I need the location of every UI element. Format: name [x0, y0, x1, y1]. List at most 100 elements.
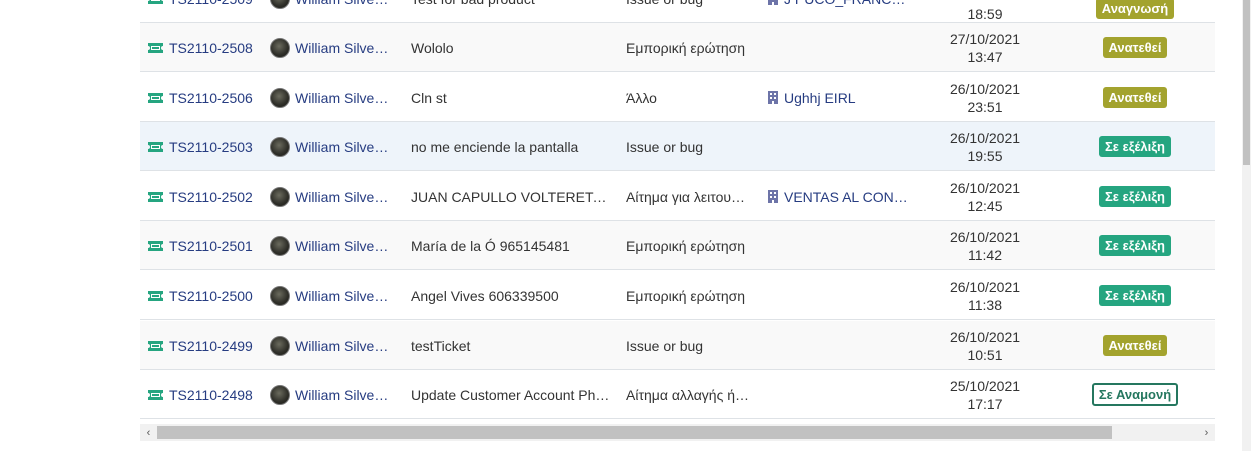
- user-cell[interactable]: William Silvey…: [270, 321, 400, 370]
- avatar: [270, 37, 290, 58]
- company-cell[interactable]: J PUCO_FRANCE…: [768, 0, 918, 23]
- vertical-scroll-thumb[interactable]: [1243, 0, 1250, 165]
- user-cell[interactable]: William Silvey…: [270, 172, 400, 221]
- table-row[interactable]: TS2110-2502 William Silvey… JUAN CAPULLO V…: [140, 172, 1215, 221]
- table-row[interactable]: TS2110-2498 William Silvey… Update Custome…: [140, 370, 1215, 419]
- user-cell[interactable]: William Silvey…: [270, 122, 400, 171]
- time-text: 19:55: [967, 147, 1003, 164]
- company-cell[interactable]: VENTAS AL CONT…: [768, 172, 918, 221]
- status-badge: Αναγνωσή: [1095, 0, 1175, 19]
- company-cell[interactable]: [768, 271, 918, 320]
- type-cell: Εμπορική ερώτηση: [626, 271, 754, 320]
- ticket-icon: [148, 290, 163, 301]
- user-link[interactable]: William Silvey…: [295, 189, 395, 205]
- ticket-ref-cell[interactable]: TS2110-2506: [148, 73, 268, 122]
- ticket-ref-cell[interactable]: TS2110-2499: [148, 321, 268, 370]
- time-text: 10:51: [967, 346, 1003, 363]
- date-text: 26/10/2021: [949, 129, 1021, 146]
- type-cell: Εμπορική ερώτηση: [626, 221, 754, 270]
- status-badge: Ανατεθεί: [1102, 37, 1168, 58]
- user-cell[interactable]: William Silvey…: [270, 271, 400, 320]
- subject-cell: Wololo: [411, 23, 611, 72]
- status-cell: Ανατεθεί: [1070, 73, 1200, 122]
- date-text: 26/10/2021: [949, 228, 1021, 245]
- user-link[interactable]: William Silvey…: [295, 90, 395, 106]
- company-cell[interactable]: [768, 321, 918, 370]
- table-row[interactable]: TS2110-2501 William Silvey… María de la Ó …: [140, 221, 1215, 270]
- ticket-ref-cell[interactable]: TS2110-2502: [148, 172, 268, 221]
- type-cell: Άλλο: [626, 73, 754, 122]
- ticket-ref-link[interactable]: TS2110-2499: [169, 338, 253, 354]
- company-link[interactable]: Ughhj EIRL: [784, 90, 914, 106]
- user-link[interactable]: William Silvey…: [295, 139, 395, 155]
- ticket-ref-link[interactable]: TS2110-2506: [169, 90, 253, 106]
- user-link[interactable]: William Silvey…: [295, 288, 395, 304]
- ticket-ref-cell[interactable]: TS2110-2503: [148, 122, 268, 171]
- user-link[interactable]: William Silvey…: [295, 338, 395, 354]
- company-cell[interactable]: [768, 370, 918, 419]
- company-cell[interactable]: [768, 23, 918, 72]
- type-cell: Αίτημα για λειτου…: [626, 172, 754, 221]
- ticket-ref-link[interactable]: TS2110-2502: [169, 189, 253, 205]
- scroll-right-arrow-icon[interactable]: ›: [1198, 424, 1215, 441]
- date-text: 26/10/2021: [949, 278, 1021, 295]
- user-cell[interactable]: William Silvey…: [270, 221, 400, 270]
- status-badge: Σε εξέλιξη: [1099, 136, 1171, 157]
- status-badge: Ανατεθεί: [1102, 335, 1168, 356]
- ticket-ref-cell[interactable]: TS2110-2508: [148, 23, 268, 72]
- ticket-ref-link[interactable]: TS2110-2498: [169, 387, 253, 403]
- subject-text: testTicket: [411, 337, 471, 354]
- type-text: Εμπορική ερώτηση: [626, 39, 746, 56]
- table-row[interactable]: TS2110-2503 William Silvey… no me enciende…: [140, 122, 1215, 171]
- subject-cell: Cln st: [411, 73, 611, 122]
- company-cell[interactable]: [768, 221, 918, 270]
- horizontal-scrollbar[interactable]: ‹ ›: [140, 424, 1215, 441]
- table-row[interactable]: TS2110-2500 William Silvey… Angel Vives 60…: [140, 271, 1215, 320]
- subject-cell: Update Customer Account Ph…: [411, 370, 611, 419]
- company-link[interactable]: VENTAS AL CONT…: [784, 189, 914, 205]
- user-cell[interactable]: William Silvey…: [270, 23, 400, 72]
- user-link[interactable]: William Silvey…: [295, 40, 395, 56]
- table-row[interactable]: TS2110-2509 William Silvey… Test for bad p…: [140, 0, 1215, 23]
- ticket-ref-link[interactable]: TS2110-2500: [169, 288, 253, 304]
- ticket-ref-cell[interactable]: TS2110-2509: [148, 0, 268, 23]
- scroll-thumb[interactable]: [157, 426, 1112, 439]
- company-link[interactable]: J PUCO_FRANCE…: [784, 0, 914, 7]
- avatar: [270, 186, 290, 207]
- ticket-ref-link[interactable]: TS2110-2508: [169, 40, 253, 56]
- ticket-icon: [148, 191, 163, 202]
- subject-text: Update Customer Account Ph…: [411, 386, 610, 403]
- vertical-scrollbar[interactable]: [1242, 0, 1251, 451]
- ticket-ref-cell[interactable]: TS2110-2498: [148, 370, 268, 419]
- user-cell[interactable]: William Silvey…: [270, 73, 400, 122]
- avatar: [270, 87, 290, 108]
- type-cell: Issue or bug: [626, 122, 754, 171]
- user-cell[interactable]: William Silvey…: [270, 370, 400, 419]
- date-cell: 26/10/2021 11:38: [930, 271, 1040, 320]
- subject-cell: testTicket: [411, 321, 611, 370]
- time-text: 11:38: [968, 296, 1002, 313]
- user-link[interactable]: William Silvey…: [295, 0, 395, 7]
- table-row[interactable]: TS2110-2506 William Silvey… Cln st Άλλο Ughh…: [140, 73, 1215, 122]
- company-cell[interactable]: Ughhj EIRL: [768, 73, 918, 122]
- user-link[interactable]: William Silvey…: [295, 238, 395, 254]
- user-cell[interactable]: William Silvey…: [270, 0, 400, 23]
- ticket-ref-cell[interactable]: TS2110-2500: [148, 271, 268, 320]
- ticket-ref-link[interactable]: TS2110-2501: [169, 238, 253, 254]
- type-text: Άλλο: [626, 89, 657, 106]
- ticket-ref-link[interactable]: TS2110-2503: [169, 139, 253, 155]
- table-row[interactable]: TS2110-2508 William Silvey… Wololo Εμπορική…: [140, 23, 1215, 72]
- company-cell[interactable]: [768, 122, 918, 171]
- ticket-icon: [148, 0, 163, 4]
- scroll-left-arrow-icon[interactable]: ‹: [140, 424, 157, 441]
- status-cell: Σε Αναμονή: [1070, 370, 1200, 419]
- user-link[interactable]: William Silvey…: [295, 387, 395, 403]
- ticket-ref-link[interactable]: TS2110-2509: [169, 0, 253, 7]
- time-text: 13:47: [967, 48, 1003, 65]
- avatar: [270, 384, 290, 405]
- table-row[interactable]: TS2110-2499 William Silvey… testTicket Issu…: [140, 321, 1215, 370]
- avatar: [270, 0, 290, 9]
- ticket-ref-cell[interactable]: TS2110-2501: [148, 221, 268, 270]
- date-cell: 26/10/2021 23:51: [930, 73, 1040, 122]
- subject-text: Test for bad product: [411, 0, 611, 7]
